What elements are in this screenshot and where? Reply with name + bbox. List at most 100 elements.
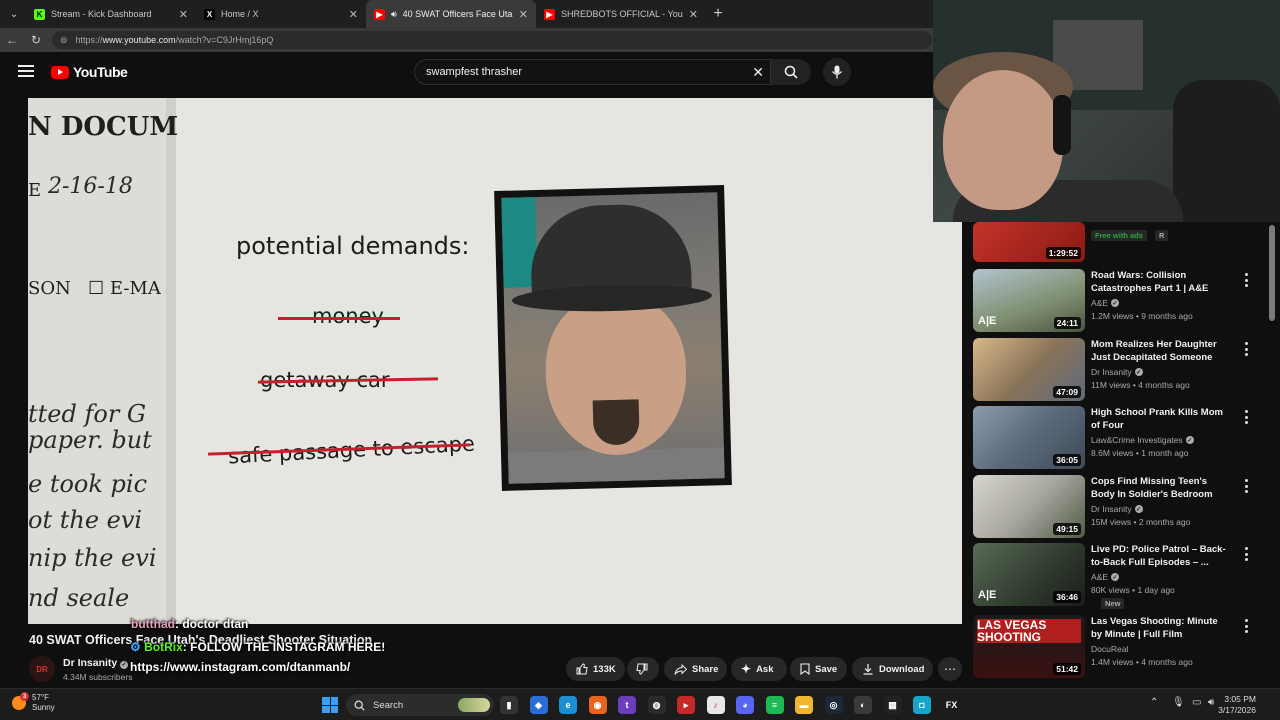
recommendation-title[interactable]: Cops Find Missing Teen's Body In Soldier… [1091, 475, 1231, 501]
recommendation-title[interactable]: Mom Realizes Her Daughter Just Decapitat… [1091, 338, 1231, 364]
video-player[interactable]: N DOCUM E 2-16-18 SON ☐ E-MA tted for G … [28, 98, 962, 624]
tab-close-icon[interactable]: ✕ [519, 8, 528, 21]
back-arrow-icon[interactable]: ← [0, 33, 24, 47]
system-clock[interactable]: 3:05 PM 3/17/2026 [1218, 694, 1256, 716]
more-options-icon[interactable] [1243, 273, 1249, 287]
app-dark-icon[interactable]: ▦ [883, 696, 902, 714]
copilot-icon[interactable]: ◆ [529, 696, 548, 714]
channel-name[interactable]: Dr Insanity ✓ [63, 657, 129, 669]
site-info-icon[interactable]: ⊜ [60, 35, 68, 46]
demand-item: money [312, 304, 384, 328]
document-line: nip the evi [28, 544, 157, 572]
youtube-header: YouTube swampfest thrasher ✕ [0, 52, 935, 92]
share-button[interactable]: Share [664, 657, 727, 681]
clear-search-icon[interactable]: ✕ [752, 64, 764, 81]
app-teal-icon[interactable]: ◘ [913, 696, 931, 714]
more-options-icon[interactable] [1243, 547, 1249, 561]
youtube-play-icon [51, 65, 69, 79]
like-button[interactable]: 133K [566, 657, 625, 681]
bot-link[interactable]: https://www.instagram.com/dtanmanb/ [130, 660, 350, 674]
verified-icon: ✓ [1185, 436, 1194, 444]
recommendation-item[interactable]: LAS VEGAS SHOOTING 51:42 Las Vegas Shoot… [973, 615, 1273, 679]
tab-close-icon[interactable]: ✕ [349, 8, 358, 21]
search-button[interactable] [771, 59, 811, 85]
tab-youtube-video[interactable]: ▶ 🔊︎ 40 SWAT Officers Face Utah's ✕ [366, 0, 536, 28]
video-thumbnail[interactable]: 49:15 [973, 475, 1085, 538]
verified-icon: ✓ [1134, 368, 1143, 376]
document-line: nd seale [28, 584, 130, 612]
recommendation-item[interactable]: A|E 24:11 Road Wars: Collision Catastrop… [973, 269, 1273, 333]
windows-start-icon[interactable] [322, 697, 338, 713]
url-field[interactable]: ⊜ https://www.youtube.com/watch?v=C9JrHm… [52, 31, 932, 49]
recommendation-title[interactable]: Road Wars: Collision Catastrophes Part 1… [1091, 269, 1231, 295]
document-son-label: SON [28, 278, 71, 299]
network-icon[interactable]: ▭ [1192, 697, 1201, 708]
folder-icon[interactable]: ▬ [795, 696, 813, 714]
discord-icon[interactable]: ◕ [736, 696, 754, 714]
firefox-icon[interactable]: ◉ [588, 696, 607, 714]
spotify-icon[interactable]: ≡ [765, 696, 784, 714]
dislike-button[interactable] [627, 657, 659, 681]
video-thumbnail[interactable]: A|E 36:46 [973, 543, 1085, 606]
more-actions-icon[interactable]: ⋯ [938, 657, 962, 681]
fx-icon[interactable]: FX [942, 696, 961, 714]
edge-icon[interactable]: e [559, 696, 577, 714]
recommendation-title[interactable]: Las Vegas Shooting: Minute by Minute | F… [1091, 615, 1231, 641]
recommendation-channel[interactable]: A&E ✓ [1091, 572, 1120, 582]
recommendation-item[interactable]: 36:05 High School Prank Kills Mom of Fou… [973, 406, 1273, 470]
tab-kick-dashboard[interactable]: K Stream - Kick Dashboard ✕ [26, 0, 196, 28]
video-thumbnail[interactable]: LAS VEGAS SHOOTING 51:42 [973, 615, 1085, 678]
more-options-icon[interactable] [1243, 619, 1249, 633]
recommendation-channel[interactable]: Law&Crime Investigates ✓ [1091, 435, 1194, 445]
download-button[interactable]: Download [852, 657, 933, 681]
app-red-icon[interactable]: ▸ [677, 696, 695, 714]
file-explorer-icon[interactable]: ▮ [500, 696, 518, 714]
reload-icon[interactable]: ↻ [24, 33, 48, 47]
youtube-logo[interactable]: YouTube [51, 64, 128, 80]
search-input[interactable]: swampfest thrasher ✕ [414, 59, 771, 85]
tab-close-icon[interactable]: ✕ [689, 8, 698, 21]
tab-search-chevron-icon[interactable]: ⌄ [2, 3, 26, 25]
obs-icon[interactable]: ◐ [854, 696, 872, 714]
save-button[interactable]: Save [790, 657, 847, 681]
recommendation-item[interactable]: 49:15 Cops Find Missing Teen's Body In S… [973, 475, 1273, 539]
bot-text: : FOLLOW THE INSTAGRAM HERE! [182, 640, 386, 654]
recommendation-title[interactable]: Live PD: Police Patrol – Back-to-Back Fu… [1091, 543, 1231, 569]
itunes-icon[interactable]: ♪ [706, 696, 725, 714]
thumbs-up-icon [576, 663, 588, 675]
more-options-icon[interactable] [1243, 342, 1249, 356]
bookmark-icon [800, 663, 810, 675]
recommendation-item[interactable]: 47:09 Mom Realizes Her Daughter Just Dec… [973, 338, 1273, 402]
chrome-icon[interactable]: ◍ [647, 696, 666, 714]
ask-button[interactable]: ✦ Ask [731, 657, 787, 681]
recommendation-channel[interactable]: Dr Insanity ✓ [1091, 367, 1143, 377]
voice-search-button[interactable] [823, 58, 851, 86]
microphone-icon[interactable]: 🎙︎ [1172, 697, 1185, 708]
tab-close-icon[interactable]: ✕ [179, 8, 188, 21]
speaker-icon[interactable]: 🔊︎ [391, 9, 397, 20]
twitch-icon[interactable]: t [618, 696, 636, 714]
recommendation-item[interactable]: A|E 36:46 Live PD: Police Patrol – Back-… [973, 543, 1273, 609]
volume-icon[interactable]: 🔊︎ [1208, 697, 1214, 708]
recommendation-channel[interactable]: Dr Insanity ✓ [1091, 504, 1143, 514]
video-thumbnail[interactable]: 1:29:52 [973, 222, 1085, 262]
steam-icon[interactable]: ◎ [824, 696, 843, 714]
video-thumbnail[interactable]: A|E 24:11 [973, 269, 1085, 332]
recommendation-channel[interactable]: A&E ✓ [1091, 298, 1120, 308]
tab-title: Stream - Kick Dashboard [51, 9, 152, 19]
new-tab-icon[interactable]: + [706, 5, 730, 23]
recommendation-title[interactable]: High School Prank Kills Mom of Four [1091, 406, 1231, 432]
recommendation-channel[interactable]: DocuReal [1091, 644, 1128, 654]
show-hidden-icons[interactable]: ⌃ [1150, 697, 1158, 708]
menu-icon[interactable] [18, 65, 34, 77]
sidebar-scrollbar[interactable] [1269, 225, 1275, 321]
video-thumbnail[interactable]: 36:05 [973, 406, 1085, 469]
video-thumbnail[interactable]: 47:09 [973, 338, 1085, 401]
more-options-icon[interactable] [1243, 410, 1249, 424]
taskbar-search[interactable]: Search [346, 694, 494, 716]
tab-x-home[interactable]: X Home / X ✕ [196, 0, 366, 28]
more-options-icon[interactable] [1243, 479, 1249, 493]
tab-shredbots[interactable]: ▶ SHREDBOTS OFFICIAL - YouTube ✕ [536, 0, 706, 28]
avatar[interactable]: DR [29, 656, 55, 682]
weather-widget[interactable]: 3 57°F Sunny [12, 692, 55, 713]
